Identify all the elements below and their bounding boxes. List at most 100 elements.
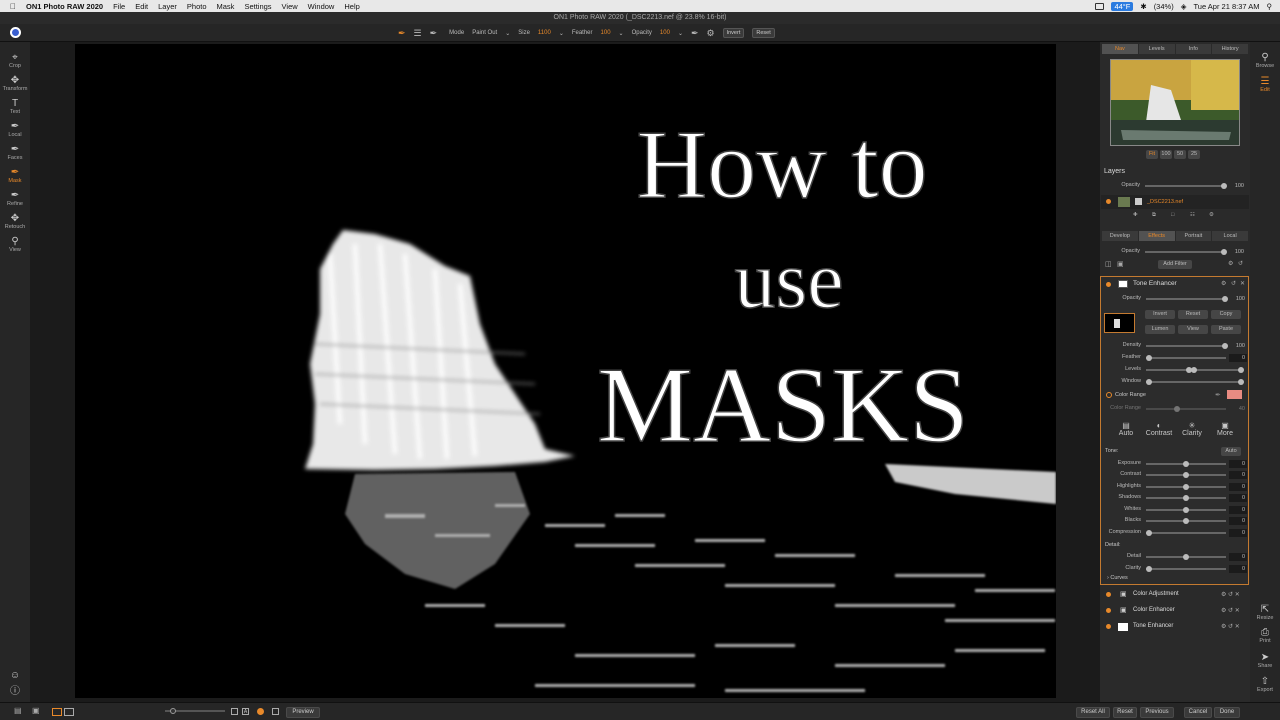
zoom-25[interactable]: 25 [1188,150,1200,159]
battery-text[interactable]: (34%) [1154,2,1174,11]
mask-paste-button[interactable]: Paste [1211,325,1241,334]
add-layer-icon[interactable]: ✚ [1133,212,1138,218]
navigator-thumbnail[interactable] [1110,59,1240,146]
user-icon[interactable]: ☺ [0,670,30,681]
previous-button[interactable]: Previous [1140,707,1174,718]
tool-text[interactable]: T Text [0,98,30,115]
filter-color-adjustment[interactable]: ▣ Color Adjustment ⚙ ↺ ✕ [1101,588,1249,602]
reset-all-button[interactable]: Reset All [1076,707,1110,718]
tool-faces[interactable]: ✒ Faces [0,144,30,161]
tab-develop[interactable]: Develop [1102,231,1138,241]
mask-toggle-icon[interactable]: ▣ [1117,260,1124,268]
menu-settings[interactable]: Settings [244,2,271,11]
view-compare-icon[interactable] [64,708,74,716]
view-single-icon[interactable] [52,708,62,716]
filter-mask-thumbnail[interactable] [1104,313,1135,333]
gear-icon[interactable]: ⚙ ↺ ✕ [1221,623,1240,630]
filter-settings-icon[interactable]: ⚙ [1221,280,1226,287]
reset-button[interactable]: Reset [1113,707,1137,718]
done-button[interactable]: Done [1214,707,1240,718]
module-print[interactable]: ⎙ Print [1250,627,1280,644]
alpha-view-icon[interactable]: A [242,708,249,715]
menu-photo[interactable]: Photo [187,2,207,11]
search-icon[interactable]: ⚲ [1267,2,1273,11]
chisel-icon[interactable]: ✒ [430,28,438,39]
tab-history[interactable]: History [1212,44,1248,54]
zoom-fit[interactable]: Fit [1146,150,1158,159]
tool-refine[interactable]: ✒ Refine [0,190,30,207]
stack-icon[interactable]: ☷ [1190,212,1195,218]
wifi-icon[interactable]: ◈ [1181,2,1187,11]
tool-transform[interactable]: ✥ Transform [0,75,30,92]
bluetooth-icon[interactable]: ✱ [1140,2,1146,11]
exposure-slider[interactable] [1146,460,1226,467]
menu-mask[interactable]: Mask [217,2,235,11]
module-export[interactable]: ⇧ Export [1250,676,1280,693]
menu-layer[interactable]: Layer [158,2,177,11]
panel-toggle-icon[interactable]: ▤ [14,706,22,715]
mask-reset-button[interactable]: Reset [1178,310,1208,319]
tab-nav[interactable]: Nav [1102,44,1138,54]
clarity-slider[interactable] [1146,565,1226,572]
module-share[interactable]: ➤ Share [1250,652,1280,669]
zoom-100[interactable]: 100 [1160,150,1172,159]
mode-clarity-button[interactable]: ✳ Clarity [1177,421,1207,437]
filter-color-enhancer[interactable]: ▣ Color Enhancer ⚙ ↺ ✕ [1101,604,1249,618]
settings-icon[interactable]: ⚙ [1209,212,1214,218]
shadows-slider[interactable] [1146,494,1226,501]
mask-invert-button[interactable]: Invert [1145,310,1175,319]
grid-icon[interactable] [272,708,279,715]
clock[interactable]: Tue Apr 21 8:37 AM [1193,2,1259,11]
visibility-dot[interactable] [1106,199,1111,204]
auto-brush-icon[interactable]: ✒ [691,28,699,39]
size-value[interactable]: 1100 [538,30,551,36]
presets-icon[interactable]: ◫ [1105,260,1112,268]
color-swatch[interactable] [1227,390,1242,399]
overlay-toggle-icon[interactable] [257,708,264,715]
merge-icon[interactable]: □ [1171,212,1174,218]
mask-lumen-button[interactable]: Lumen [1145,325,1175,334]
tool-retouch[interactable]: ✥ Retouch [0,213,30,230]
duplicate-icon[interactable]: ⧉ [1152,212,1156,219]
module-resize[interactable]: ⇱ Resize [1250,604,1280,621]
blacks-slider[interactable] [1146,517,1226,524]
tone-auto-button[interactable]: Auto [1221,447,1241,456]
tab-effects[interactable]: Effects [1138,231,1175,241]
help-icon[interactable]: ⓘ [0,686,30,697]
feather-slider[interactable] [1146,354,1226,361]
whites-slider[interactable] [1146,506,1226,513]
tool-mask[interactable]: ✒ Mask [0,167,30,184]
menu-file[interactable]: File [113,2,125,11]
tab-portrait[interactable]: Portrait [1175,231,1212,241]
filmstrip-icon[interactable]: ▣ [32,706,40,715]
menu-view[interactable]: View [282,2,298,11]
tab-local[interactable]: Local [1212,231,1248,241]
contrast-slider[interactable] [1146,471,1226,478]
tab-info[interactable]: Info [1175,44,1212,54]
mask-view-button[interactable]: View [1178,325,1208,334]
gear-icon[interactable]: ⚙ [707,28,715,39]
mode-more-button[interactable]: ▣ More [1210,421,1240,437]
module-browse[interactable]: ⚲ Browse [1250,52,1280,69]
preview-button[interactable]: Preview [286,707,320,718]
cancel-button[interactable]: Cancel [1184,707,1212,718]
compression-slider[interactable] [1146,529,1226,536]
status-menu-icon[interactable] [1095,2,1105,10]
invert-button[interactable]: Invert [722,28,745,38]
apple-menu-icon[interactable]:  [10,2,16,11]
reset-button[interactable]: Reset [752,28,775,38]
curves-toggle[interactable]: › Curves [1107,575,1128,581]
filter-reset-icon[interactable]: ↺ [1231,280,1236,287]
layer-row[interactable]: _DSC2213.nef [1101,195,1249,209]
layer-opacity-slider[interactable] [1145,182,1227,189]
mask-view-icon[interactable] [231,708,238,715]
opacity-value[interactable]: 100 [660,30,670,36]
mode-contrast-button[interactable]: ◐ Contrast [1144,421,1174,437]
window-slider[interactable] [1146,378,1244,385]
density-slider[interactable] [1146,342,1228,349]
menu-window[interactable]: Window [308,2,335,11]
gear-icon[interactable]: ⚙ ↺ ✕ [1221,591,1240,598]
mode-select[interactable]: Paint Out [472,30,497,36]
app-menu[interactable]: ON1 Photo RAW 2020 [26,2,103,11]
menu-edit[interactable]: Edit [135,2,148,11]
